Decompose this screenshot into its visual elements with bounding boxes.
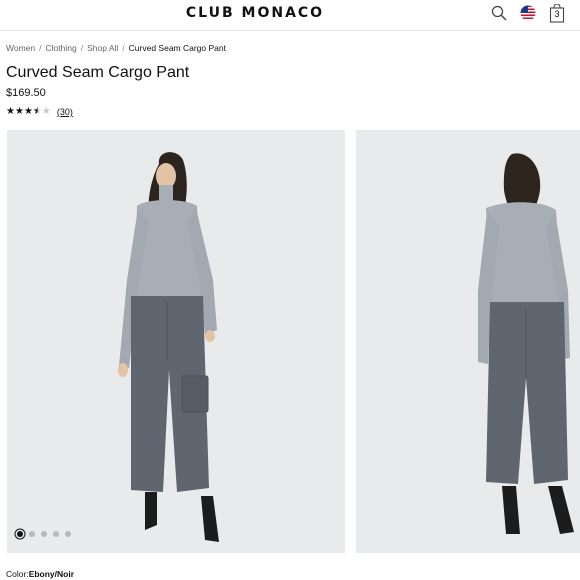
model-front-illustration <box>7 130 345 553</box>
color-label: Color: <box>6 569 29 579</box>
product-image-back[interactable] <box>356 130 580 553</box>
review-count-link[interactable]: (30) <box>57 107 73 117</box>
us-flag-icon[interactable] <box>520 5 536 21</box>
image-carousel-dots <box>17 531 71 537</box>
star-rating: ★ ★ ★ ★ ★ <box>6 106 51 118</box>
product-image-front[interactable] <box>7 130 345 553</box>
product-rating[interactable]: ★ ★ ★ ★ ★ (30) <box>6 106 73 118</box>
product-title: Curved Seam Cargo Pant <box>6 64 190 81</box>
cart-count: 3 <box>554 9 560 19</box>
carousel-dot[interactable] <box>17 531 23 537</box>
carousel-dot[interactable] <box>29 531 35 537</box>
breadcrumb: Women / Clothing / Shop All / Curved Seam Carg… <box>6 43 226 53</box>
shopping-bag-icon[interactable]: 3 <box>549 4 565 23</box>
star-icon: ★ <box>6 106 15 117</box>
search-icon[interactable] <box>491 5 507 21</box>
site-header: CLUB MONACO 3 <box>0 0 580 31</box>
color-selector-label: Color:Ebony/Noir <box>6 569 74 579</box>
star-icon: ★ <box>14 106 24 117</box>
star-icon: ★ <box>41 106 51 117</box>
club-monaco-logo[interactable]: CLUB MONACO <box>0 5 510 21</box>
breadcrumb-women[interactable]: Women <box>6 43 35 53</box>
product-price: $169.50 <box>6 87 46 99</box>
breadcrumb-current: Curved Seam Cargo Pant <box>128 43 226 53</box>
breadcrumb-shop-all[interactable]: Shop All <box>87 43 118 53</box>
carousel-dot[interactable] <box>65 531 71 537</box>
carousel-dot[interactable] <box>53 531 59 537</box>
color-value: Ebony/Noir <box>28 569 75 579</box>
star-icon: ★ <box>32 106 42 117</box>
breadcrumb-clothing[interactable]: Clothing <box>46 43 77 53</box>
carousel-dot[interactable] <box>41 531 47 537</box>
model-back-illustration <box>356 130 580 553</box>
star-icon: ★ <box>23 106 33 117</box>
